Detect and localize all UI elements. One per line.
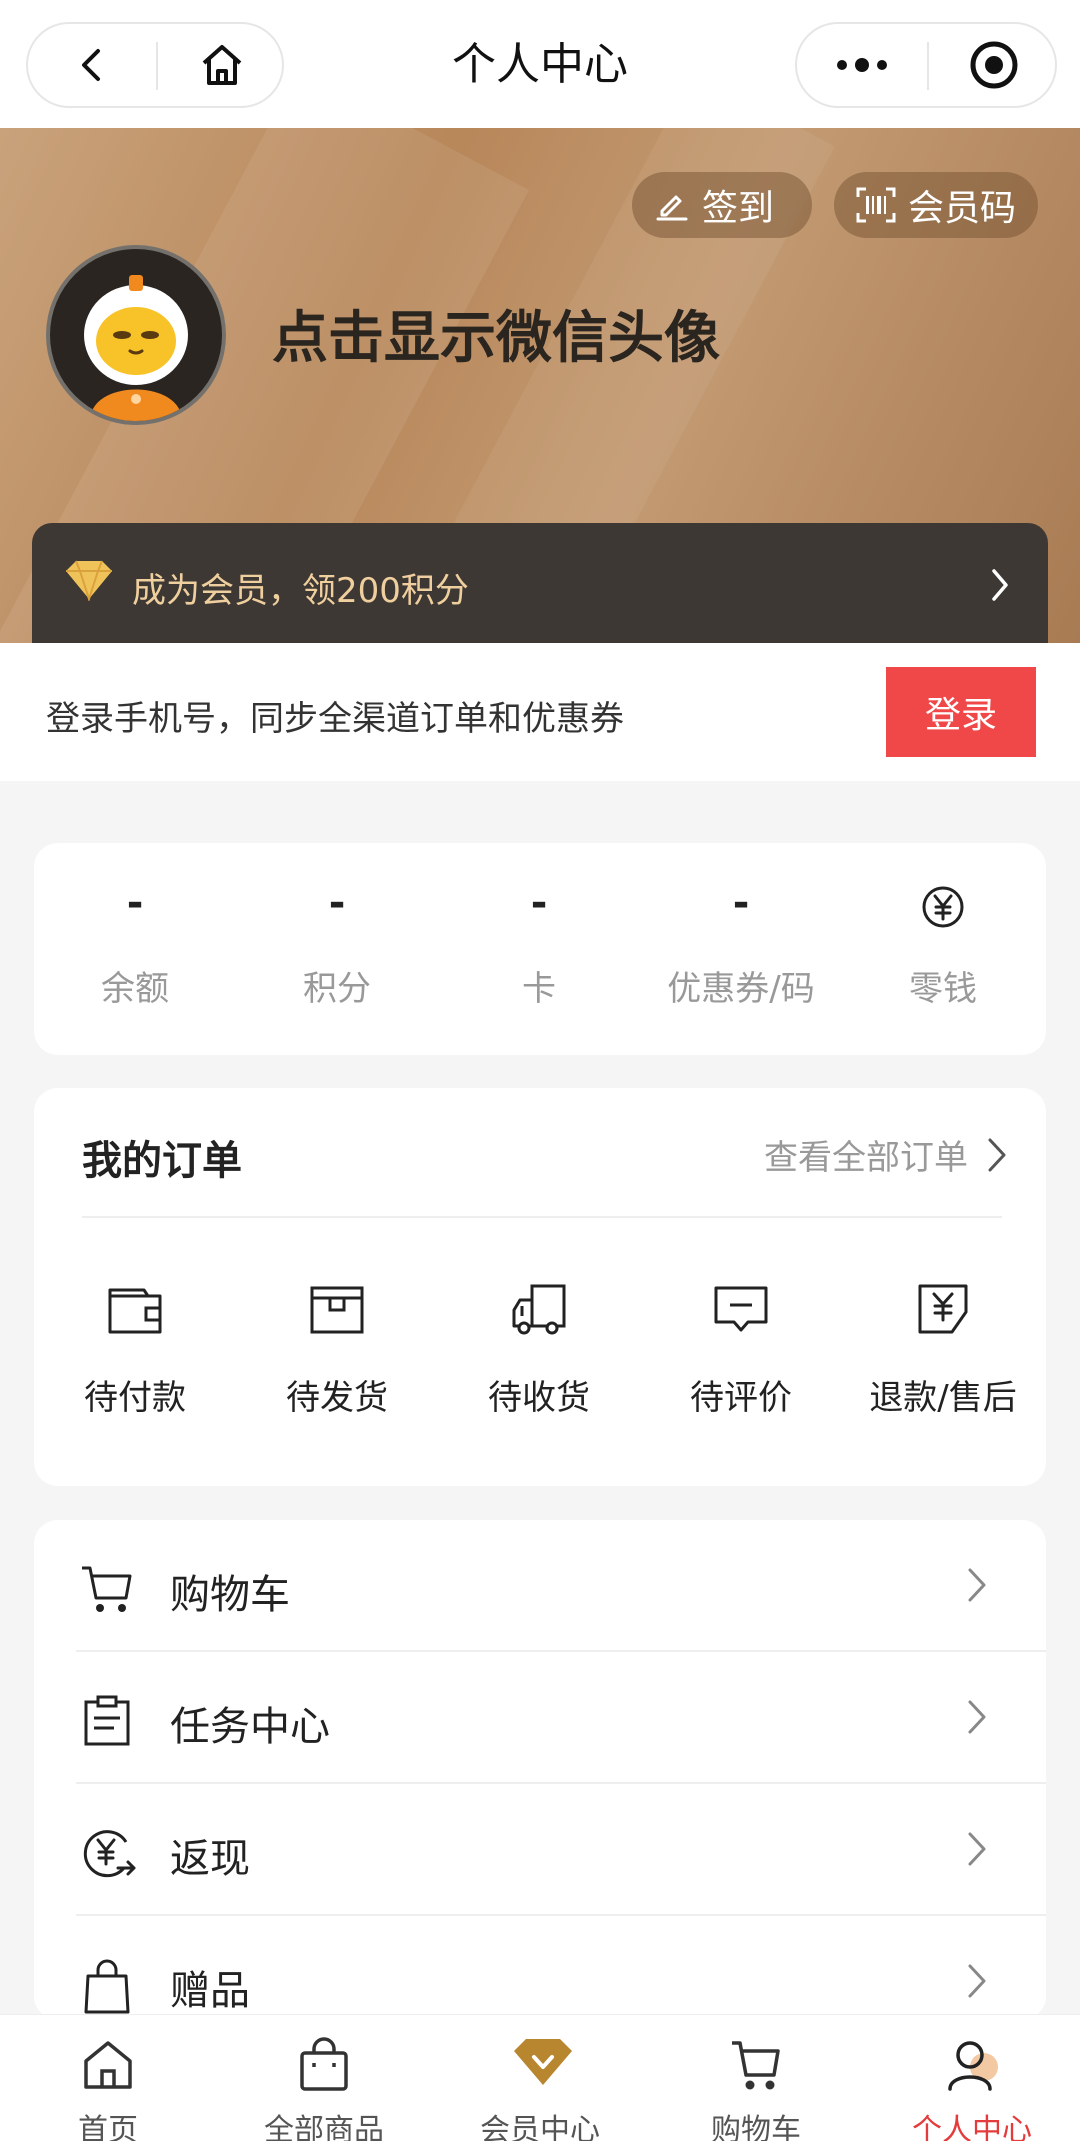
chevron-right-icon <box>966 1698 988 1736</box>
top-nav-bar: 个人中心 <box>0 0 1080 128</box>
asset-label: 零钱 <box>909 969 977 1009</box>
record-target-icon <box>970 41 1018 89</box>
chevron-right-icon <box>988 567 1012 603</box>
cart-icon <box>728 2037 784 2093</box>
page-title: 个人中心 <box>452 39 628 90</box>
truck-icon <box>508 1278 570 1340</box>
menu-item-cashback[interactable]: 返现 <box>34 1784 1046 1916</box>
nav-capsule-right <box>795 22 1057 108</box>
tab-all-products[interactable]: 全部商品 <box>216 2015 432 2141</box>
tab-label: 购物车 <box>711 2113 801 2141</box>
menu-label: 购物车 <box>170 1572 290 1618</box>
asset-points[interactable]: - 积分 <box>236 843 438 1055</box>
become-member-banner[interactable]: 成为会员，领200积分 <box>32 523 1048 643</box>
chevron-right-icon <box>966 1830 988 1868</box>
login-prompt-text: 登录手机号，同步全渠道订单和优惠券 <box>46 699 624 739</box>
tab-label: 个人中心 <box>912 2113 1032 2141</box>
home-button[interactable] <box>158 24 286 106</box>
asset-value: - <box>126 880 144 926</box>
chevron-right-icon <box>966 1962 988 2000</box>
member-code-label: 会员码 <box>908 188 1017 229</box>
username[interactable]: 点击显示微信头像 <box>272 293 720 374</box>
asset-change[interactable]: 零钱 <box>842 843 1044 1055</box>
menu-label: 赠品 <box>170 1968 250 2014</box>
order-label: 待付款 <box>84 1378 186 1418</box>
order-refund-aftersale[interactable]: 退款/售后 <box>842 1278 1044 1448</box>
asset-label: 卡 <box>522 969 556 1009</box>
my-orders-card: 我的订单 查看全部订单 待付款 待发货 待收货 待评价 退款/售后 <box>34 1088 1046 1486</box>
menu-item-task-center[interactable]: 任务中心 <box>34 1652 1046 1784</box>
home-icon <box>80 2037 136 2093</box>
back-arrow-icon <box>82 49 100 81</box>
asset-cards[interactable]: - 卡 <box>438 843 640 1055</box>
asset-value: - <box>530 880 548 926</box>
asset-coupons[interactable]: - 优惠券/码 <box>640 843 842 1055</box>
divider <box>82 1216 1002 1218</box>
more-dots-icon <box>837 58 887 72</box>
asset-value: - <box>732 880 750 926</box>
order-label: 退款/售后 <box>869 1378 1017 1418</box>
user-icon <box>944 2037 1004 2093</box>
asset-balance[interactable]: - 余额 <box>34 843 236 1055</box>
cart-icon <box>80 1562 134 1616</box>
diamond-icon <box>512 2037 574 2087</box>
back-button[interactable] <box>28 24 156 106</box>
tab-home[interactable]: 首页 <box>0 2015 216 2141</box>
shopping-bag-icon <box>296 2037 352 2093</box>
login-button[interactable]: 登录 <box>886 667 1036 757</box>
menu-label: 任务中心 <box>170 1704 330 1750</box>
yen-circle-icon <box>921 885 965 929</box>
view-all-orders-link[interactable]: 查看全部订单 <box>764 1130 1008 1179</box>
tab-label: 会员中心 <box>480 2113 600 2141</box>
menu-item-gifts[interactable]: 赠品 <box>34 1916 1046 2020</box>
close-miniprogram-button[interactable] <box>929 24 1059 106</box>
order-label: 待评价 <box>690 1378 792 1418</box>
pen-icon <box>654 187 690 223</box>
diamond-icon <box>62 559 116 601</box>
box-icon <box>306 1278 368 1340</box>
comment-icon <box>710 1278 772 1340</box>
order-pending-review[interactable]: 待评价 <box>640 1278 842 1448</box>
assets-card: - 余额 - 积分 - 卡 - 优惠券/码 零钱 <box>34 843 1046 1055</box>
profile-header: 签到 会员码 点击显示微信头像 成为会员，领200积分 <box>0 128 1080 643</box>
sign-in-label: 签到 <box>702 188 775 229</box>
tab-label: 首页 <box>78 2113 138 2141</box>
asset-label: 余额 <box>101 969 169 1009</box>
order-pending-receipt[interactable]: 待收货 <box>438 1278 640 1448</box>
menu-label: 返现 <box>170 1836 250 1882</box>
asset-label: 优惠券/码 <box>667 969 815 1009</box>
tab-cart[interactable]: 购物车 <box>648 2015 864 2141</box>
robot-mascot-icon <box>84 275 188 421</box>
tab-profile[interactable]: 个人中心 <box>864 2015 1080 2141</box>
nav-capsule-left <box>26 22 284 108</box>
orders-title: 我的订单 <box>82 1138 242 1184</box>
member-code-button[interactable]: 会员码 <box>834 172 1038 238</box>
more-button[interactable] <box>797 24 927 106</box>
order-pending-payment[interactable]: 待付款 <box>34 1278 236 1448</box>
wallet-icon <box>104 1278 166 1340</box>
login-prompt-bar: 登录手机号，同步全渠道订单和优惠券 登录 <box>0 643 1080 781</box>
view-all-orders-label: 查看全部订单 <box>764 1138 968 1178</box>
clipboard-icon <box>80 1694 134 1748</box>
service-menu-card: 购物车 任务中心 返现 赠品 <box>34 1520 1046 2020</box>
home-icon <box>202 45 242 85</box>
asset-label: 积分 <box>303 969 371 1009</box>
gift-bag-icon <box>80 1958 134 2016</box>
refund-icon <box>912 1278 974 1340</box>
bottom-tab-bar: 首页 全部商品 会员中心 购物车 个人中心 <box>0 2014 1080 2141</box>
barcode-icon <box>856 187 896 223</box>
chevron-right-icon <box>986 1136 1008 1174</box>
tab-label: 全部商品 <box>264 2113 384 2141</box>
order-label: 待发货 <box>286 1378 388 1418</box>
cashback-icon <box>80 1826 138 1880</box>
member-banner-text: 成为会员，领200积分 <box>132 571 469 611</box>
order-label: 待收货 <box>488 1378 590 1418</box>
sign-in-button[interactable]: 签到 <box>632 172 812 238</box>
order-pending-shipment[interactable]: 待发货 <box>236 1278 438 1448</box>
asset-value: - <box>328 880 346 926</box>
avatar[interactable] <box>46 245 226 425</box>
menu-item-cart[interactable]: 购物车 <box>34 1520 1046 1652</box>
tab-member-center[interactable]: 会员中心 <box>432 2015 648 2141</box>
chevron-right-icon <box>966 1566 988 1604</box>
